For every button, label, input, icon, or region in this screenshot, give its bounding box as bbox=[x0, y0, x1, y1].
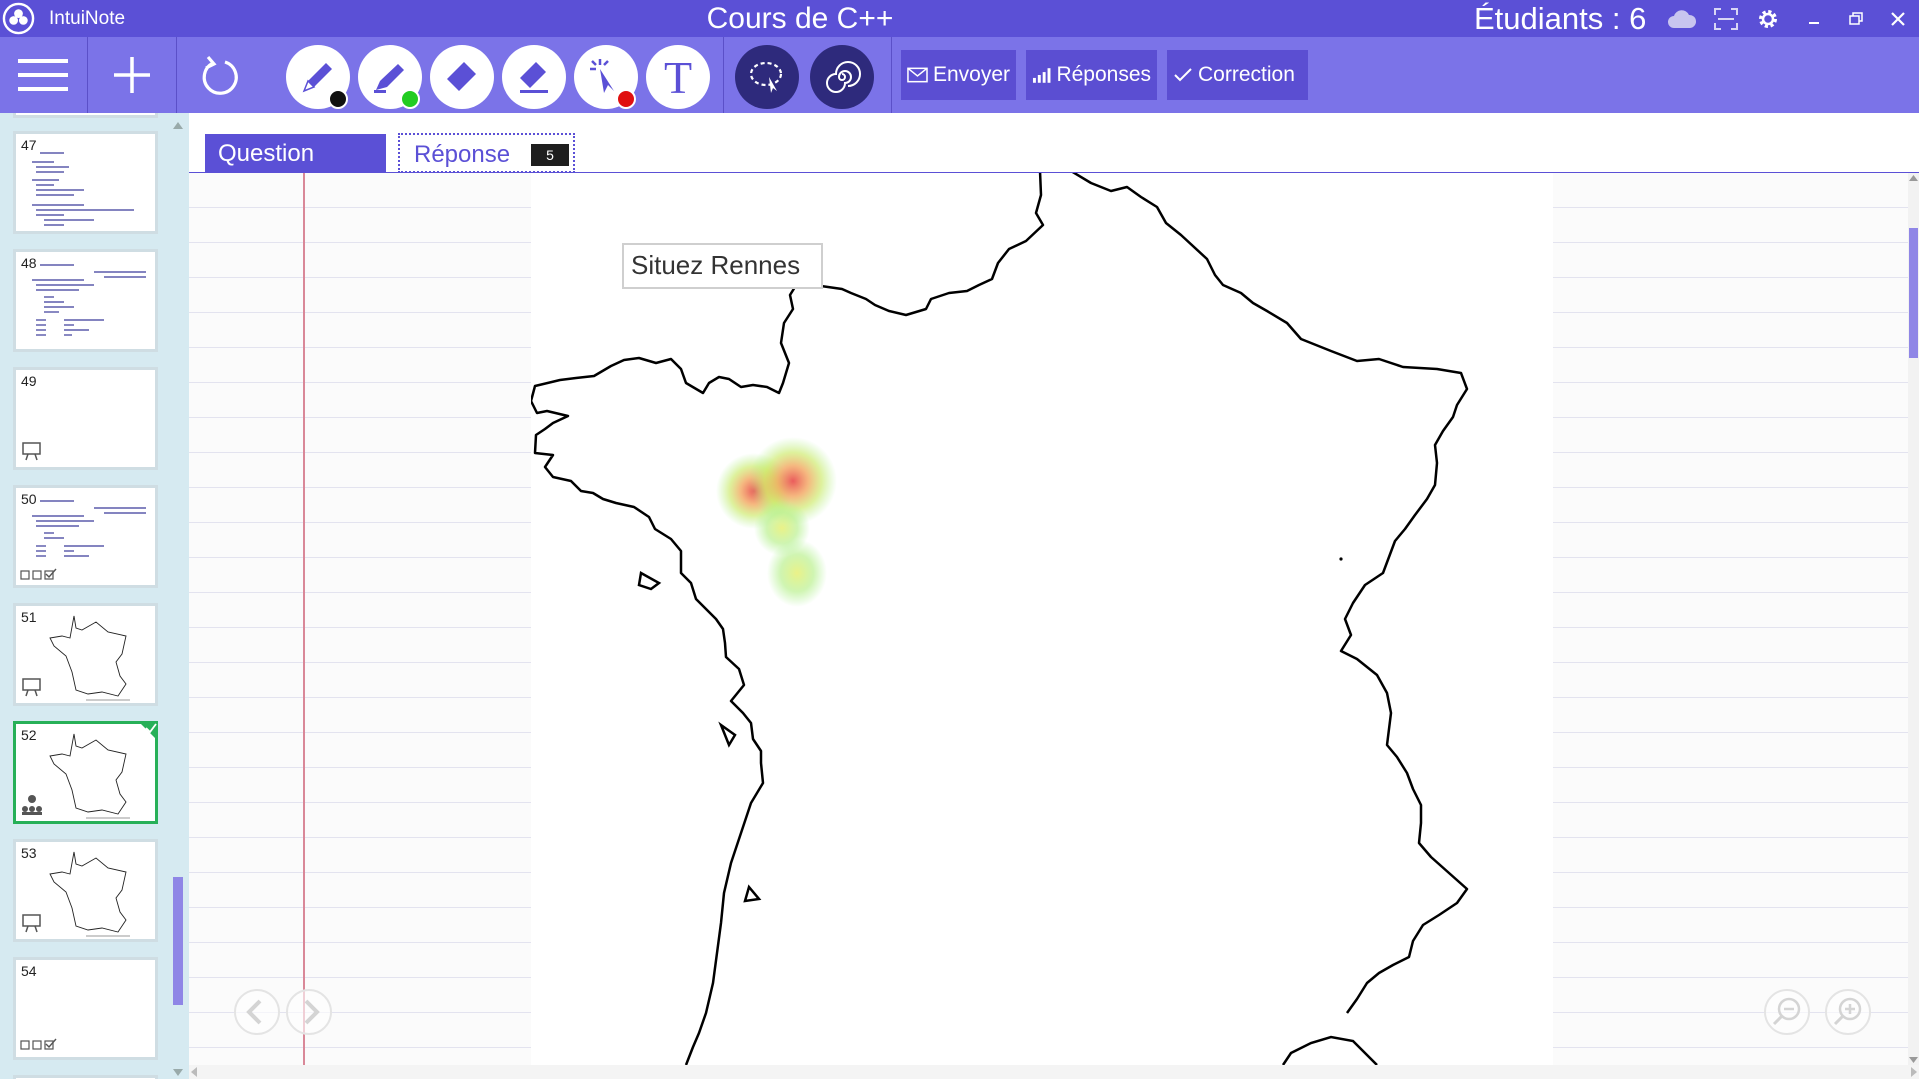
fullscreen-icon[interactable] bbox=[1712, 6, 1740, 32]
slide-number: 51 bbox=[21, 609, 37, 625]
reponses-button[interactable]: Réponses bbox=[1026, 50, 1157, 100]
envelope-icon bbox=[907, 67, 928, 83]
lasso-select-tool[interactable] bbox=[735, 45, 799, 109]
toolbar-separator bbox=[87, 37, 88, 113]
students-group-icon bbox=[22, 795, 42, 815]
question-label: Situez Rennes bbox=[622, 243, 823, 289]
spiral-tool[interactable] bbox=[810, 45, 874, 109]
tab-reponse-label: Réponse bbox=[414, 141, 511, 168]
close-icon[interactable] bbox=[1884, 6, 1912, 32]
stroke-eraser-tool[interactable] bbox=[502, 45, 566, 109]
france-map bbox=[531, 173, 1469, 1065]
slide-thumbnail-50[interactable]: 50 bbox=[13, 485, 158, 588]
france-map-thumbnail bbox=[49, 733, 130, 819]
slide-thumbnail-54[interactable]: 54 bbox=[13, 957, 158, 1060]
toolbar-separator bbox=[176, 37, 177, 113]
title-bar: IntuiNote Cours de C++ Étudiants : 6 bbox=[0, 0, 1919, 37]
stroke-eraser-icon bbox=[520, 62, 548, 93]
selected-check-icon bbox=[138, 721, 158, 741]
notebook-canvas[interactable]: Situez Rennes bbox=[189, 173, 1908, 1065]
next-page-button[interactable] bbox=[286, 989, 332, 1035]
text-tool[interactable]: T bbox=[646, 45, 710, 109]
chevron-right-icon bbox=[304, 999, 320, 1025]
slide-number: 54 bbox=[21, 963, 37, 979]
correction-button[interactable]: Correction bbox=[1167, 50, 1308, 100]
black-color-dot bbox=[328, 89, 348, 109]
add-page-icon[interactable] bbox=[110, 53, 154, 97]
next-slide-thumbnail-edge bbox=[13, 1075, 158, 1079]
laser-pointer-tool[interactable] bbox=[574, 45, 638, 109]
previous-page-button[interactable] bbox=[234, 989, 280, 1035]
eraser-tool[interactable] bbox=[430, 45, 494, 109]
slide-thumbnails-sidebar: 47 48 49 50 51 52 53 54 bbox=[0, 113, 189, 1079]
zoom-in-icon bbox=[1833, 997, 1862, 1026]
toolbar-separator bbox=[723, 37, 724, 113]
bar-chart-icon bbox=[1032, 68, 1051, 83]
tab-question[interactable]: Question bbox=[205, 134, 386, 172]
slide-thumbnail-49[interactable]: 49 bbox=[13, 367, 158, 470]
tab-question-label: Question bbox=[218, 140, 315, 167]
sidebar-scrollbar[interactable] bbox=[171, 121, 185, 1077]
lasso-icon bbox=[749, 61, 783, 93]
zoom-out-button[interactable] bbox=[1764, 989, 1810, 1035]
reponses-label: Réponses bbox=[1056, 63, 1151, 86]
slide-thumbnail-48[interactable]: 48 bbox=[13, 249, 158, 352]
envoyer-label: Envoyer bbox=[932, 63, 1010, 86]
spiral-icon bbox=[826, 61, 861, 93]
chevron-left-icon bbox=[246, 999, 262, 1025]
response-count-badge: 5 bbox=[531, 144, 569, 166]
toolbar-separator bbox=[891, 37, 892, 113]
france-map-thumbnail bbox=[49, 851, 130, 937]
slide-number: 49 bbox=[21, 373, 37, 389]
slide-thumbnail-47[interactable]: 47 bbox=[13, 131, 158, 234]
toolbar: T Envoyer Réponses Correction bbox=[0, 37, 1919, 113]
red-color-dot bbox=[616, 89, 636, 109]
hamburger-menu-icon[interactable] bbox=[16, 55, 70, 95]
zoom-in-button[interactable] bbox=[1825, 989, 1871, 1035]
gear-icon[interactable] bbox=[1754, 6, 1782, 32]
canvas-vertical-scrollbar[interactable] bbox=[1908, 173, 1919, 1065]
notebook-margin-line bbox=[303, 173, 305, 1065]
correction-label: Correction bbox=[1198, 63, 1295, 86]
highlighter-green-tool[interactable] bbox=[358, 45, 422, 109]
presentation-board-icon bbox=[22, 442, 41, 461]
eraser-icon bbox=[447, 62, 476, 91]
checkmark-icon bbox=[1174, 68, 1192, 82]
cloud-icon[interactable] bbox=[1666, 6, 1698, 32]
canvas-horizontal-scrollbar[interactable] bbox=[189, 1065, 1919, 1079]
slide-number: 52 bbox=[21, 727, 37, 743]
quiz-checkbox-icon bbox=[20, 568, 57, 580]
previous-slide-thumbnail-edge bbox=[13, 113, 158, 118]
restore-icon[interactable] bbox=[1842, 6, 1870, 32]
slide-thumbnail-51[interactable]: 51 bbox=[13, 603, 158, 706]
slide-text-preview bbox=[32, 264, 146, 336]
slide-number: 53 bbox=[21, 845, 37, 861]
slide-thumbnail-52-active[interactable]: 52 bbox=[13, 721, 158, 824]
slide-text-preview bbox=[32, 500, 146, 557]
slide-text-preview bbox=[32, 152, 134, 226]
document-title: Cours de C++ bbox=[706, 2, 894, 35]
pen-black-tool[interactable] bbox=[286, 45, 350, 109]
quiz-checkbox-icon bbox=[20, 1038, 57, 1050]
text-tool-label: T bbox=[663, 52, 693, 103]
presentation-board-icon bbox=[22, 678, 41, 697]
students-count: Étudiants : 6 bbox=[1474, 1, 1647, 36]
tab-bar: Question Réponse 5 bbox=[189, 113, 1919, 174]
envoyer-button[interactable]: Envoyer bbox=[901, 50, 1016, 100]
undo-icon[interactable] bbox=[198, 54, 242, 98]
minimize-icon[interactable] bbox=[1800, 6, 1828, 32]
presentation-board-icon bbox=[22, 914, 41, 933]
zoom-out-icon bbox=[1772, 997, 1801, 1026]
france-map-thumbnail bbox=[49, 615, 130, 701]
slide-thumbnail-53[interactable]: 53 bbox=[13, 839, 158, 942]
tab-reponse[interactable]: Réponse 5 bbox=[398, 133, 575, 173]
green-color-dot bbox=[400, 89, 420, 109]
